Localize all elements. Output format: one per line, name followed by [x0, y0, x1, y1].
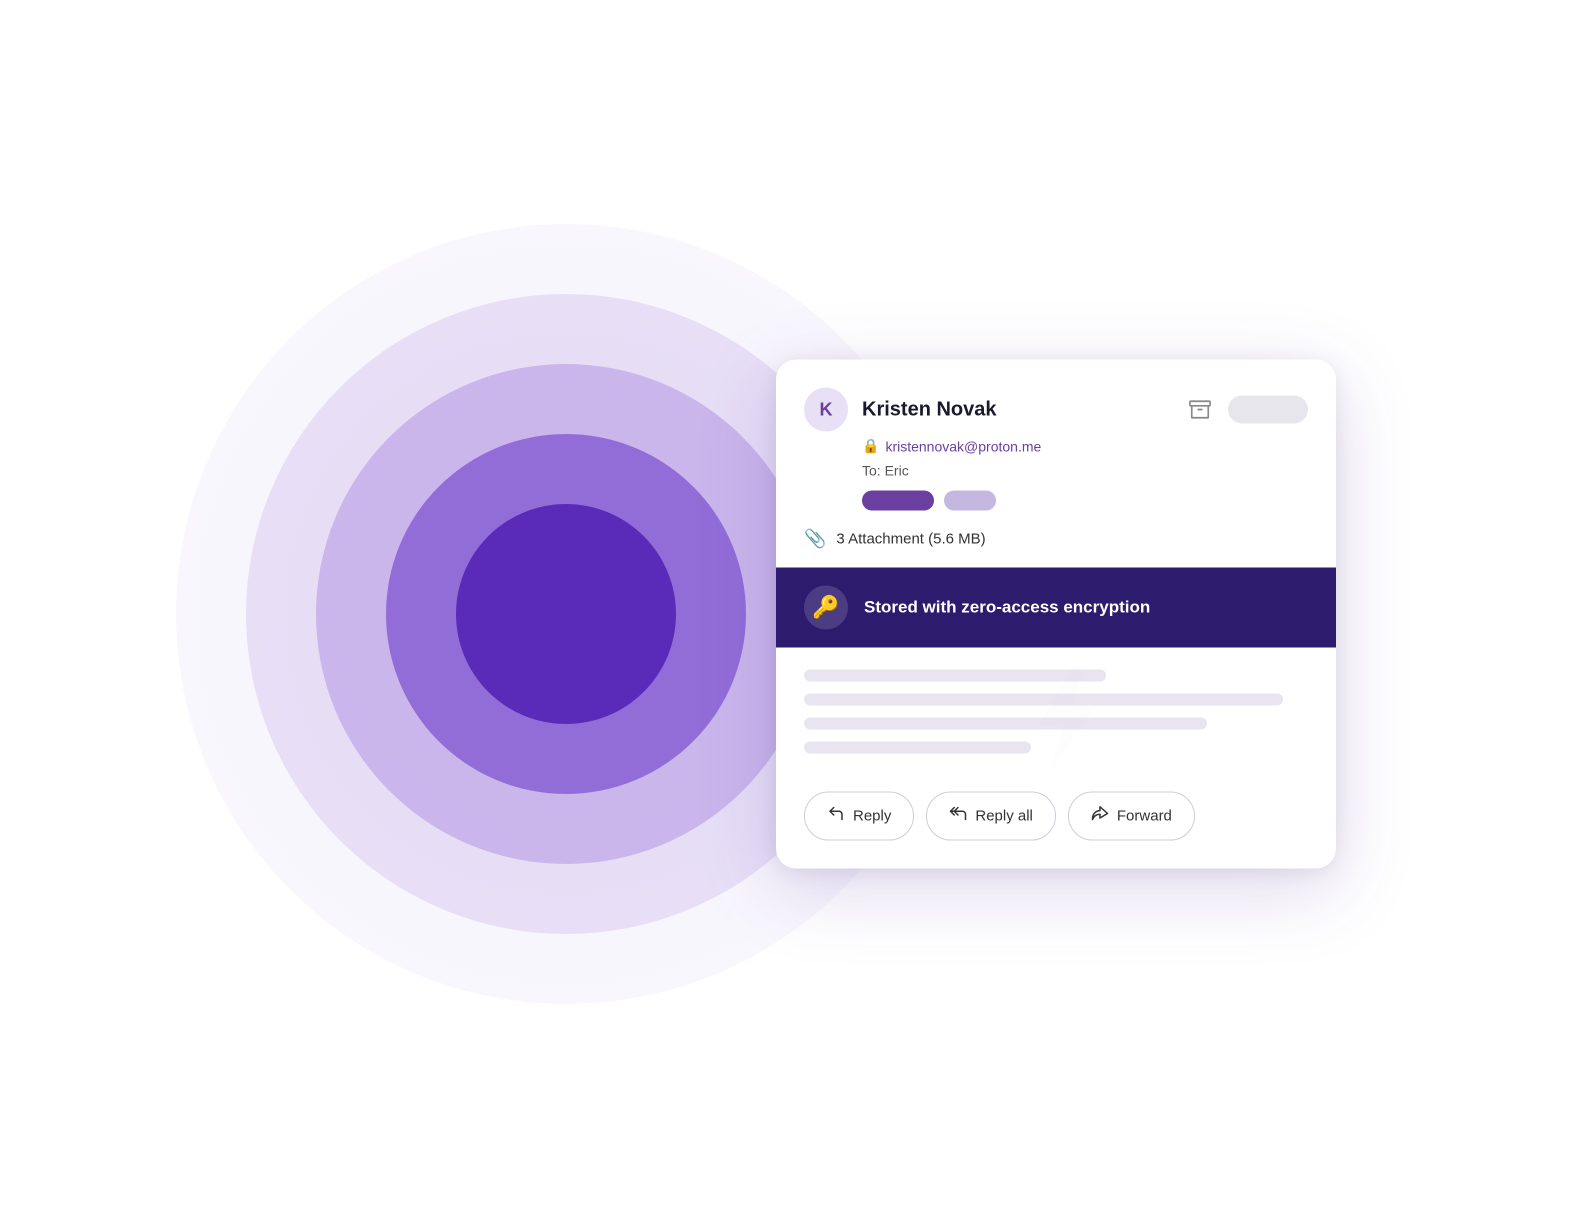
- avatar: K: [804, 388, 848, 432]
- skeleton-line-3: [804, 718, 1207, 730]
- attachment-icon: 📎: [804, 529, 826, 550]
- reply-all-label: Reply all: [975, 808, 1033, 825]
- encryption-banner: 🔑 Stored with zero-access encryption: [776, 568, 1336, 648]
- attachment-row: 📎 3 Attachment (5.6 MB): [776, 529, 1336, 568]
- forward-icon: [1091, 805, 1109, 828]
- tag-row: [862, 491, 1308, 511]
- circle-5: [456, 504, 676, 724]
- email-card: K Kristen Novak: [776, 360, 1336, 869]
- skeleton-line-4: [804, 742, 1031, 754]
- reply-all-icon: [949, 805, 967, 828]
- scene: K Kristen Novak: [236, 114, 1336, 1114]
- lock-icon: 🔒: [862, 438, 879, 455]
- attachment-text: 3 Attachment (5.6 MB): [836, 531, 985, 548]
- forward-button[interactable]: Forward: [1068, 792, 1195, 841]
- tag-lavender: [944, 491, 996, 511]
- skeleton-line-1: [804, 670, 1106, 682]
- reply-button[interactable]: Reply: [804, 792, 914, 841]
- tag-purple: [862, 491, 934, 511]
- content-area: [776, 648, 1336, 774]
- sender-email: 🔒 kristennovak@proton.me: [862, 438, 1308, 455]
- reply-label: Reply: [853, 808, 891, 825]
- reply-all-button[interactable]: Reply all: [926, 792, 1056, 841]
- header-actions: [1182, 392, 1308, 428]
- forward-label: Forward: [1117, 808, 1172, 825]
- reply-icon: [827, 805, 845, 828]
- inbox-icon[interactable]: [1182, 392, 1218, 428]
- action-pill-placeholder: [1228, 396, 1308, 424]
- skeleton-lines: [804, 670, 1308, 754]
- to-label: To:: [862, 463, 881, 479]
- skeleton-line-2: [804, 694, 1283, 706]
- sender-left: K Kristen Novak: [804, 388, 997, 432]
- sender-name: Kristen Novak: [862, 398, 997, 421]
- encryption-text: Stored with zero-access encryption: [864, 598, 1150, 618]
- key-icon: 🔑: [804, 586, 848, 630]
- to-row: To: Eric: [862, 463, 1308, 479]
- sender-row: K Kristen Novak: [804, 388, 1308, 432]
- action-buttons: Reply Reply all Forwar: [776, 774, 1336, 869]
- to-recipient: Eric: [885, 463, 909, 479]
- card-header: K Kristen Novak: [776, 360, 1336, 511]
